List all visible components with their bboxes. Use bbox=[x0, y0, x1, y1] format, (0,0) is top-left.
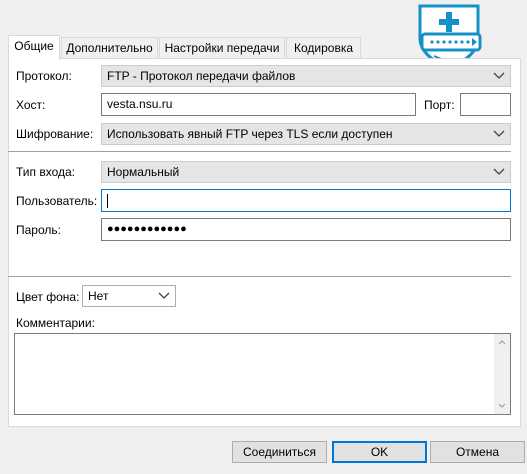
port-input[interactable] bbox=[460, 93, 511, 116]
comments-label: Комментарии: bbox=[16, 316, 95, 330]
password-label: Пароль: bbox=[16, 223, 61, 237]
logon-type-select[interactable]: Нормальный bbox=[101, 161, 511, 183]
password-input[interactable]: ●●●●●●●●●●●● bbox=[101, 218, 511, 241]
bgcolor-value: Нет bbox=[88, 289, 109, 303]
password-value: ●●●●●●●●●●●● bbox=[107, 223, 187, 235]
chevron-down-icon bbox=[493, 168, 505, 175]
bgcolor-label: Цвет фона: bbox=[16, 290, 80, 304]
chevron-down-icon bbox=[158, 292, 170, 299]
encryption-select[interactable]: Использовать явный FTP через TLS если до… bbox=[101, 123, 511, 145]
bgcolor-select[interactable]: Нет bbox=[82, 285, 176, 307]
comments-scrollbar[interactable] bbox=[494, 334, 510, 414]
chevron-down-icon bbox=[493, 72, 505, 79]
scroll-down-icon bbox=[498, 403, 506, 408]
chevron-down-icon bbox=[493, 130, 505, 137]
separator bbox=[8, 151, 511, 152]
ok-button[interactable]: OK bbox=[332, 441, 427, 463]
separator bbox=[8, 276, 511, 277]
user-label: Пользователь: bbox=[16, 194, 98, 208]
protocol-value: FTP - Протокол передачи файлов bbox=[107, 69, 296, 83]
user-input[interactable] bbox=[101, 189, 511, 212]
host-input[interactable]: vesta.nsu.ru bbox=[101, 93, 416, 116]
encryption-value: Использовать явный FTP через TLS если до… bbox=[107, 127, 393, 141]
protocol-select[interactable]: FTP - Протокол передачи файлов bbox=[101, 65, 511, 87]
tab-advanced[interactable]: Дополнительно bbox=[61, 37, 158, 58]
tab-transfer-settings[interactable]: Настройки передачи bbox=[159, 37, 285, 58]
tab-general[interactable]: Общие bbox=[8, 35, 60, 60]
protocol-label: Протокол: bbox=[16, 69, 72, 83]
tab-charset[interactable]: Кодировка bbox=[286, 37, 361, 58]
connect-button[interactable]: Соединиться bbox=[232, 441, 327, 463]
logon-type-value: Нормальный bbox=[107, 165, 180, 179]
comments-textarea[interactable] bbox=[14, 333, 511, 415]
encryption-label: Шифрование: bbox=[16, 127, 94, 141]
host-label: Хост: bbox=[16, 98, 46, 112]
cancel-button[interactable]: Отмена bbox=[430, 441, 525, 463]
logon-type-label: Тип входа: bbox=[16, 165, 75, 179]
scroll-up-icon bbox=[498, 340, 506, 345]
text-caret bbox=[107, 194, 108, 208]
port-label: Порт: bbox=[424, 98, 455, 112]
host-value: vesta.nsu.ru bbox=[107, 97, 173, 111]
